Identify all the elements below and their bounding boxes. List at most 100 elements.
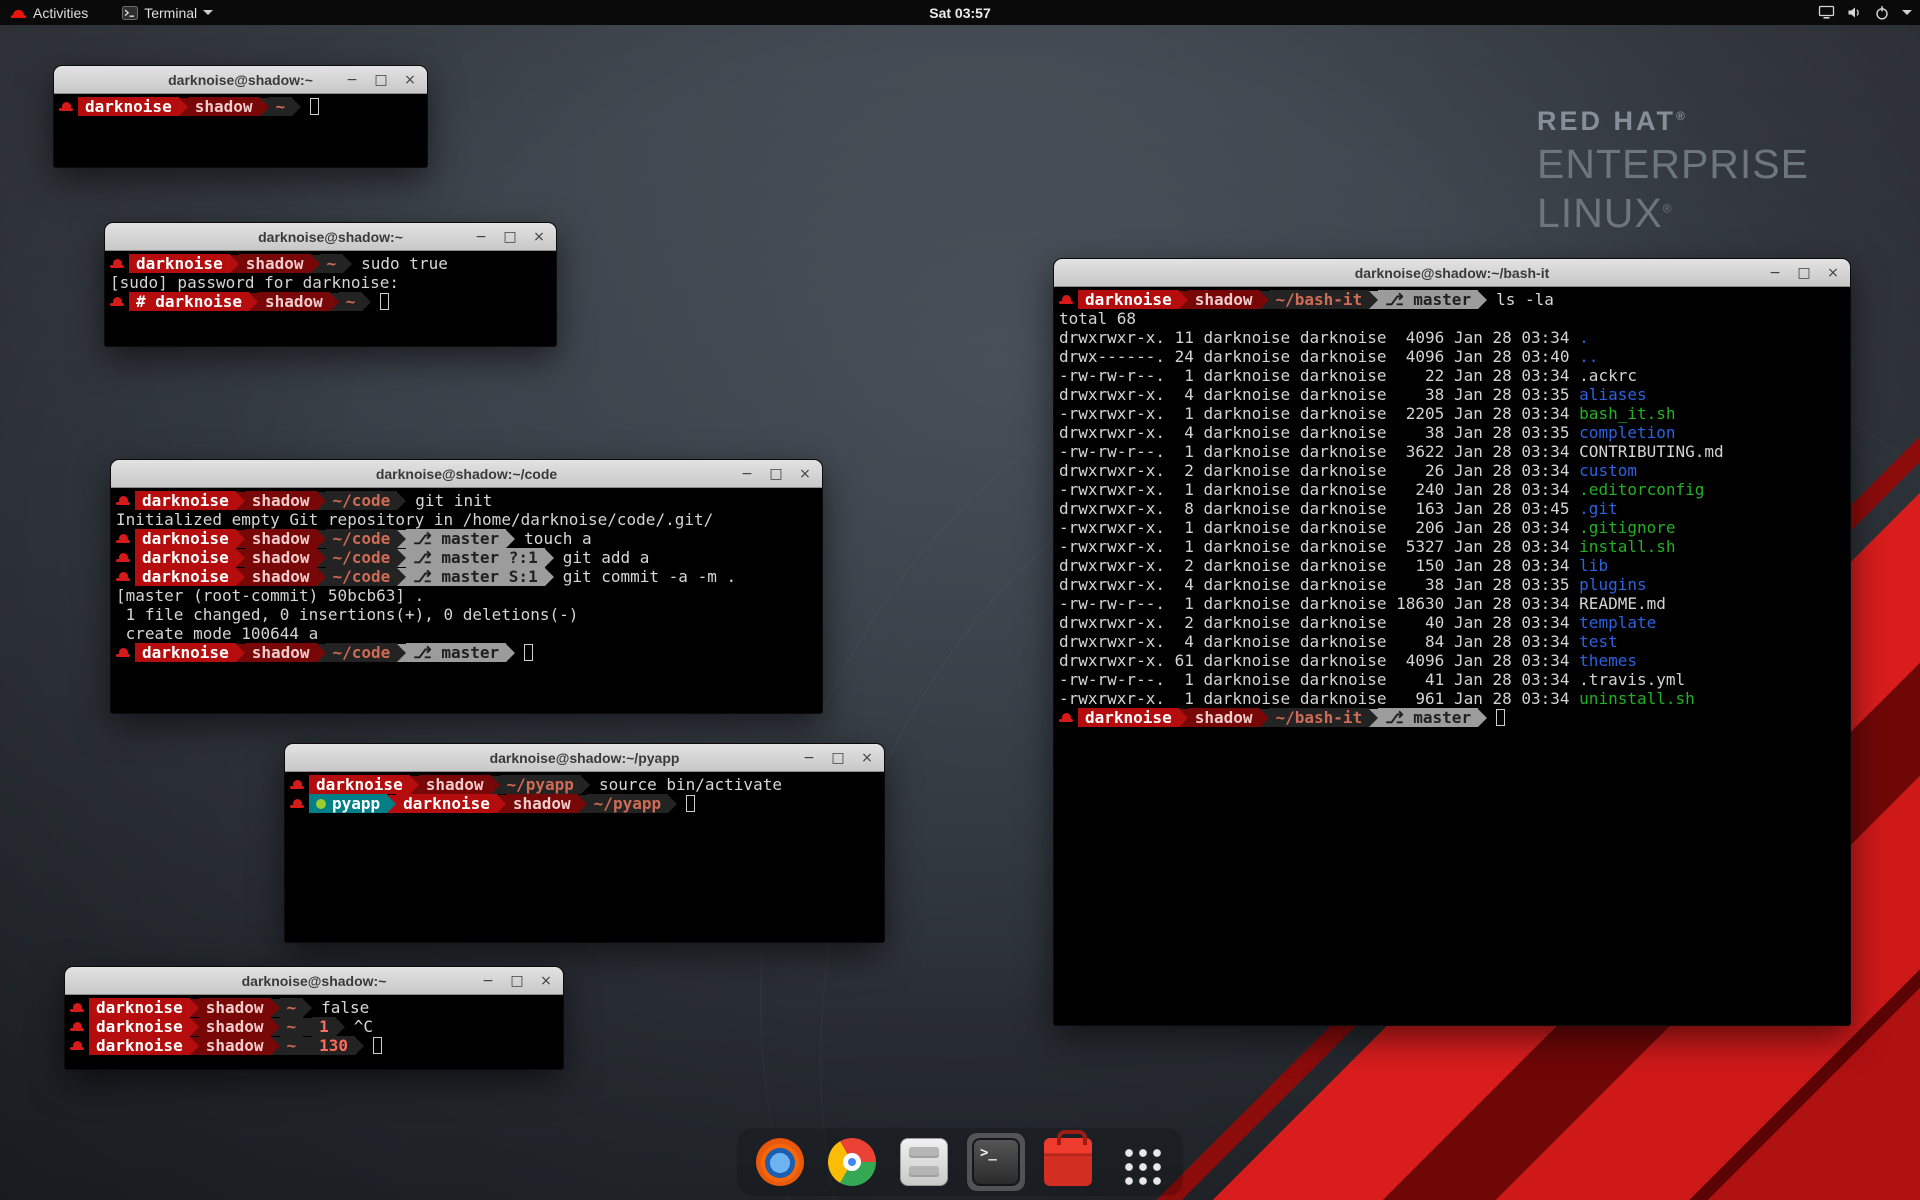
window-titlebar[interactable]: darknoise@shadow:~/code − □ × <box>111 460 822 488</box>
minimize-button[interactable]: − <box>344 72 360 88</box>
powerline-separator <box>1179 709 1188 727</box>
maximize-button[interactable]: □ <box>502 229 518 245</box>
output-line: [sudo] password for darknoise: <box>110 273 551 292</box>
registered-mark: ® <box>1663 201 1673 215</box>
close-button[interactable]: × <box>531 229 547 245</box>
powerline-separator <box>303 1018 312 1036</box>
minimize-button[interactable]: − <box>1767 265 1783 281</box>
output-line: -rw-rw-r--. 1 darknoise darknoise 18630 … <box>1059 594 1845 613</box>
terminal-content[interactable]: darknoiseshadow~/codegit initInitialized… <box>111 488 822 713</box>
redhat-prompt-icon <box>70 1019 85 1035</box>
prompt-segment-host: shadow <box>199 998 271 1017</box>
redhat-prompt-icon <box>290 796 305 812</box>
output-text: drwxrwxr-x. 2 darknoise darknoise 26 Jan… <box>1059 461 1579 480</box>
command-text: ^C <box>354 1017 373 1036</box>
window-titlebar[interactable]: darknoise@shadow:~ − □ × <box>65 967 563 995</box>
terminal-icon[interactable]: >_ <box>967 1133 1025 1191</box>
command-text: false <box>321 998 369 1017</box>
powerline-separator <box>317 568 326 586</box>
output-text: total 68 <box>1059 309 1136 328</box>
window-titlebar[interactable]: darknoise@shadow:~ − □ × <box>105 223 556 251</box>
firefox-icon[interactable] <box>751 1133 809 1191</box>
prompt-segment-user: # darknoise <box>129 292 249 311</box>
app-menu-label: Terminal <box>144 5 197 21</box>
close-button[interactable]: × <box>859 750 875 766</box>
prompt-line: darknoiseshadow~1^C <box>70 1017 558 1036</box>
maximize-button[interactable]: □ <box>768 466 784 482</box>
close-button[interactable]: × <box>402 72 418 88</box>
prompt-segment-path: ~ <box>339 292 363 311</box>
terminal-content[interactable]: darknoiseshadow~/pyappsource bin/activat… <box>285 772 884 942</box>
output-text: .ackrc <box>1579 366 1637 385</box>
terminal-content[interactable]: darknoiseshadow~falsedarknoiseshadow~1^C… <box>65 995 563 1069</box>
prompt-line: darknoiseshadow~/bash-it⎇ masterls -la <box>1059 290 1845 309</box>
window-titlebar[interactable]: darknoise@shadow:~/bash-it − □ × <box>1054 259 1850 287</box>
output-text: Initialized empty Git repository in /hom… <box>116 510 713 529</box>
window-titlebar[interactable]: darknoise@shadow:~/pyapp − □ × <box>285 744 884 772</box>
output-line: -rwxrwxr-x. 1 darknoise darknoise 5327 J… <box>1059 537 1845 556</box>
minimize-button[interactable]: − <box>480 973 496 989</box>
output-text: [sudo] password for darknoise: <box>110 273 399 292</box>
terminal-cursor <box>380 293 389 310</box>
app-grid-icon[interactable] <box>1111 1133 1169 1191</box>
chrome-icon[interactable] <box>823 1133 881 1191</box>
powerline-separator <box>317 644 326 662</box>
maximize-button[interactable]: □ <box>1796 265 1812 281</box>
file-name-dir: completion <box>1579 423 1675 442</box>
prompt-segment-user: darknoise <box>78 97 179 116</box>
prompt-segment-user: darknoise <box>135 643 236 662</box>
files-icon[interactable] <box>895 1133 953 1191</box>
powerline-separator <box>1179 291 1188 309</box>
output-line: -rwxrwxr-x. 1 darknoise darknoise 206 Ja… <box>1059 518 1845 537</box>
powerline-separator <box>236 644 245 662</box>
minimize-button[interactable]: − <box>739 466 755 482</box>
output-line: -rwxrwxr-x. 1 darknoise darknoise 240 Ja… <box>1059 480 1845 499</box>
prompt-segment-user: darknoise <box>89 1017 190 1036</box>
system-status-area[interactable] <box>1818 0 1912 25</box>
terminal-window-home-1: darknoise@shadow:~ − □ × darknoiseshadow… <box>53 65 428 168</box>
maximize-button[interactable]: □ <box>509 973 525 989</box>
prompt-segment-host: shadow <box>245 491 317 510</box>
powerline-separator <box>397 492 406 510</box>
powerline-separator <box>410 776 419 794</box>
output-line: drwxrwxr-x. 8 darknoise darknoise 163 Ja… <box>1059 499 1845 518</box>
command-text: source bin/activate <box>599 775 782 794</box>
prompt-segment-git: ⎇ master <box>1378 708 1478 727</box>
maximize-button[interactable]: □ <box>373 72 389 88</box>
window-titlebar[interactable]: darknoise@shadow:~ − □ × <box>54 66 427 94</box>
powerline-separator <box>190 1037 199 1055</box>
output-text: drwx------. 24 darknoise darknoise 4096 … <box>1059 347 1579 366</box>
minimize-button[interactable]: − <box>473 229 489 245</box>
redhat-prompt-icon <box>70 1038 85 1054</box>
prompt-segment-path: ~/bash-it <box>1269 290 1370 309</box>
software-icon[interactable] <box>1039 1133 1097 1191</box>
terminal-content[interactable]: darknoiseshadow~ <box>54 94 427 167</box>
prompt-segment-user: darknoise <box>135 567 236 586</box>
close-button[interactable]: × <box>797 466 813 482</box>
maximize-button[interactable]: □ <box>830 750 846 766</box>
powerline-separator <box>506 530 515 548</box>
prompt-segment-venv: pyapp <box>309 794 387 813</box>
topbar: Activities Terminal Sat 03:57 <box>0 0 1920 25</box>
powerline-separator <box>497 795 506 813</box>
activities-button[interactable]: Activities <box>0 0 98 25</box>
output-line: drwxrwxr-x. 2 darknoise darknoise 26 Jan… <box>1059 461 1845 480</box>
clock[interactable]: Sat 03:57 <box>929 5 990 21</box>
prompt-segment-git: ⎇ master ?:1 <box>406 548 544 567</box>
terminal-content[interactable]: darknoiseshadow~/bash-it⎇ masterls -lato… <box>1054 287 1850 1025</box>
terminal-app-menu[interactable]: Terminal <box>112 0 223 25</box>
close-button[interactable]: × <box>538 973 554 989</box>
powerline-separator <box>271 1018 280 1036</box>
prompt-segment-git: ⎇ master <box>1378 290 1478 309</box>
terminal-content[interactable]: darknoiseshadow~sudo true[sudo] password… <box>105 251 556 346</box>
redhat-prompt-icon <box>59 99 74 115</box>
terminal-window-pyapp: darknoise@shadow:~/pyapp − □ × darknoise… <box>284 743 885 943</box>
powerline-separator <box>303 999 312 1017</box>
close-button[interactable]: × <box>1825 265 1841 281</box>
command-text: git init <box>415 491 492 510</box>
terminal-cursor <box>373 1037 382 1054</box>
minimize-button[interactable]: − <box>801 750 817 766</box>
powerline-separator <box>362 293 371 311</box>
output-text: [master (root-commit) 50bcb63] . <box>116 586 424 605</box>
prompt-segment-host: shadow <box>199 1017 271 1036</box>
